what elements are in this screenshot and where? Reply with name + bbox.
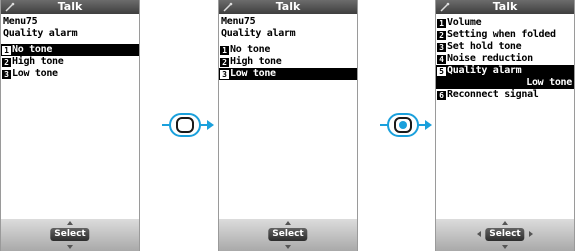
dpad-right-icon [529, 231, 533, 237]
select-softkey[interactable]: Select [50, 228, 90, 241]
soft-key-bar: Select [1, 219, 139, 251]
select-softkey[interactable]: Select [268, 228, 308, 241]
number-3-icon: 3 [220, 70, 229, 79]
menu-item-label: Low tone [12, 68, 58, 79]
dpad-up-icon [285, 221, 291, 225]
phone-screen-3: Talk 1 Volume 2 Setting when folded 3 Set h… [435, 0, 575, 251]
menu-content: Menu75 Quality alarm 1 No tone 2 High tone… [219, 16, 357, 80]
screen-title: Talk [57, 0, 83, 13]
menu-item-label: Setting when folded [447, 29, 556, 40]
dpad-down-icon [502, 245, 508, 249]
number-3-icon: 3 [2, 70, 11, 79]
number-1-icon: 1 [220, 46, 229, 55]
dpad-up-icon [67, 221, 73, 225]
select-softkey[interactable]: Select [485, 228, 525, 241]
menu-heading: Quality alarm [3, 28, 78, 39]
title-bar: Talk [1, 0, 139, 14]
menu-item-label: No tone [12, 44, 53, 55]
screen-title: Talk [275, 0, 301, 13]
number-2-icon: 2 [437, 31, 446, 40]
quality-alarm-value: Low tone [436, 77, 574, 89]
menu-item-set-hold-tone[interactable]: 3 Set hold tone [436, 41, 574, 53]
title-bar: Talk [436, 0, 574, 14]
menu-item-label: High tone [230, 56, 282, 67]
menu-item-low-tone[interactable]: 3 Low tone [1, 68, 139, 80]
menu-item-high-tone[interactable]: 2 High tone [219, 56, 357, 68]
phone-screen-2: Talk Menu75 Quality alarm 1 No tone 2 High… [218, 0, 358, 251]
phone-screen-1: Talk Menu75 Quality alarm 1 No tone 2 High… [0, 0, 140, 251]
dpad-up-icon [502, 221, 508, 225]
center-key-press-icon [162, 113, 214, 137]
menu-item-label: Volume [447, 17, 482, 28]
menu-item-no-tone[interactable]: 1 No tone [1, 44, 139, 56]
menu-item-label: No tone [230, 44, 271, 55]
menu-item-no-tone[interactable]: 1 No tone [219, 44, 357, 56]
number-5-icon: 5 [437, 67, 446, 76]
menu-item-volume[interactable]: 1 Volume [436, 17, 574, 29]
menu-item-quality-alarm[interactable]: 5 Quality alarm [436, 65, 574, 77]
menu-number: Menu75 [221, 16, 256, 27]
soft-key-bar: Select [436, 219, 574, 251]
number-2-icon: 2 [220, 58, 229, 67]
dpad-left-icon [477, 231, 481, 237]
center-key-press-icon [380, 113, 432, 137]
number-1-icon: 1 [2, 46, 11, 55]
menu-item-high-tone[interactable]: 2 High tone [1, 56, 139, 68]
menu-item-label: Noise reduction [447, 53, 533, 64]
menu-item-label: Low tone [230, 68, 276, 79]
menu-item-noise-reduction[interactable]: 4 Noise reduction [436, 53, 574, 65]
menu-item-reconnect-signal[interactable]: 6 Reconnect signal [436, 89, 574, 101]
number-2-icon: 2 [2, 58, 11, 67]
menu-item-setting-when-folded[interactable]: 2 Setting when folded [436, 29, 574, 41]
number-6-icon: 6 [437, 91, 446, 100]
screen-title: Talk [492, 0, 518, 13]
number-4-icon: 4 [437, 55, 446, 64]
menu-heading: Quality alarm [221, 28, 296, 39]
number-1-icon: 1 [437, 19, 446, 28]
menu-item-label: Set hold tone [447, 41, 522, 52]
menu-content: Menu75 Quality alarm 1 No tone 2 High tone… [1, 16, 139, 80]
menu-number: Menu75 [3, 16, 38, 27]
menu-content: 1 Volume 2 Setting when folded 3 Set hold t… [436, 17, 574, 101]
menu-item-label: Quality alarm [447, 65, 522, 76]
menu-item-label: Reconnect signal [447, 89, 539, 100]
dpad-down-icon [285, 245, 291, 249]
menu-item-low-tone[interactable]: 3 Low tone [219, 68, 357, 80]
dpad-down-icon [67, 245, 73, 249]
menu-item-label: High tone [12, 56, 64, 67]
number-3-icon: 3 [437, 43, 446, 52]
title-bar: Talk [219, 0, 357, 14]
soft-key-bar: Select [219, 219, 357, 251]
